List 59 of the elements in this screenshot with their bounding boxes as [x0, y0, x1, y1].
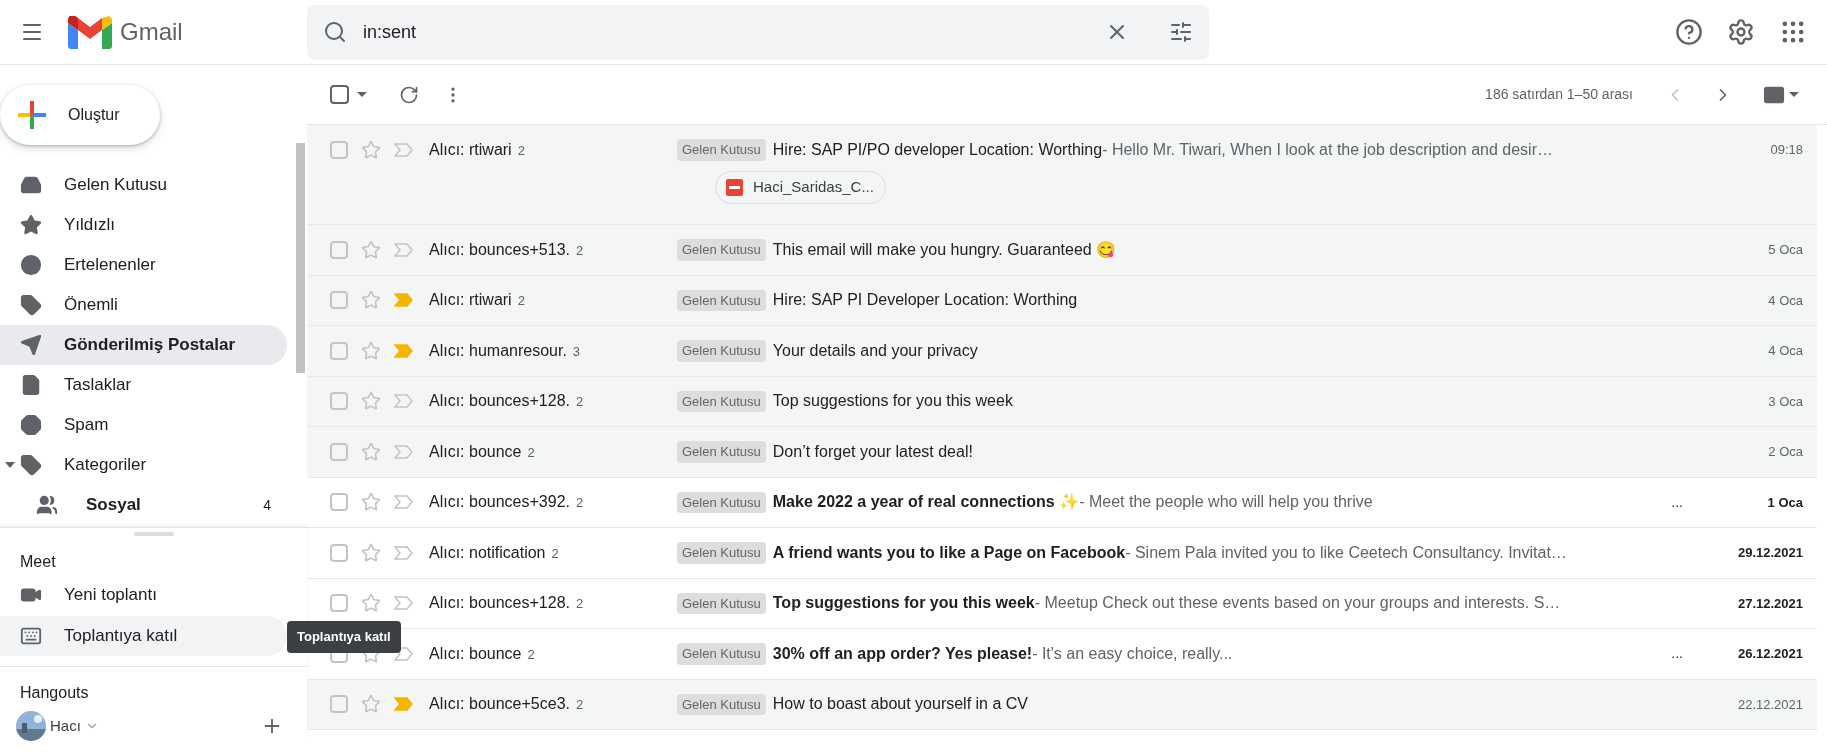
email-snippet: - Meetup Check out these events based on your groups and interests. S… — [1034, 593, 1561, 614]
thread-count: 2 — [551, 544, 559, 563]
email-subject: This email will make you hungry. Guaranteed 😋 — [772, 239, 1117, 260]
email-subject: Make 2022 a year of real connections ✨ — [772, 492, 1080, 513]
attachment-name: Haci_Saridas_C... — [753, 177, 874, 198]
sender: Alıcı: bounce+5ce3. — [429, 694, 570, 715]
section-title: Meet — [19, 552, 57, 572]
thread-count: 2 — [527, 443, 535, 462]
email-date: 27.12.2021 — [1736, 594, 1803, 613]
email-snippet: - Sinem Pala invited you to like Ceetech Consultancy. Invitat… — [1125, 542, 1567, 563]
email-subject: Hire: SAP PI Developer Location: Worthing — [772, 290, 1078, 311]
thread-count: 2 — [576, 696, 584, 715]
email-date: 3 Oca — [1767, 392, 1803, 411]
email-subject: How to boast about yourself in a CV — [772, 694, 1029, 715]
email-date: 4 Oca — [1767, 342, 1803, 360]
sender: Alıcı: rtiwari — [429, 140, 512, 160]
snippet-ellipsis: ... — [1671, 492, 1683, 512]
thread-count: 2 — [576, 494, 584, 513]
email-date: 1 Oca — [1766, 493, 1803, 512]
unread-count: 4 — [263, 495, 272, 515]
email-date: 5 Oca — [1767, 241, 1803, 259]
email-subject: Top suggestions for you this week — [772, 391, 1013, 412]
sender: Alıcı: humanresour. — [429, 340, 567, 361]
thread-count: 2 — [576, 393, 584, 412]
email-subject: Don’t forget your latest deal! — [772, 441, 973, 462]
sender: Alıcı: bounce — [429, 441, 522, 462]
sender: Alıcı: bounces+128. — [429, 593, 570, 614]
email-date: 09:18 — [1769, 141, 1803, 160]
email-snippet: - Hello Mr. Tiwari, When I look at the job description and desir… — [1102, 140, 1553, 160]
thread-count: 2 — [576, 595, 584, 614]
email-subject: Top suggestions for you this week — [772, 593, 1035, 614]
sender: Alıcı: notification — [429, 542, 546, 563]
thread-count: 2 — [527, 645, 535, 664]
thread-count: 2 — [576, 241, 584, 260]
app-name: Gmail — [120, 17, 183, 47]
thread-count: 2 — [517, 142, 525, 160]
thread-count: 2 — [517, 292, 525, 311]
tooltip: Toplantıya katıl — [287, 621, 401, 653]
email-date: 22.12.2021 — [1736, 695, 1803, 714]
email-subject: Your details and your privacy — [772, 340, 978, 361]
email-subject: A friend wants you to like a Page on Facebook — [772, 542, 1126, 563]
page-range: 186 satırdan 1–50 arası — [1485, 85, 1633, 104]
email-snippet: - It's an easy choice, really... — [1032, 643, 1233, 664]
email-subject: Hire: SAP PI/PO developer Location: Worthing — [772, 140, 1103, 160]
email-subject: 30% off an app order? Yes please! — [772, 643, 1033, 664]
sender: Alıcı: bounces+392. — [429, 492, 570, 513]
thread-count: 3 — [572, 342, 581, 361]
sender: Alıcı: bounces+128. — [429, 391, 570, 412]
email-date: 2 Oca — [1767, 443, 1803, 461]
sender: Alıcı: rtiwari — [429, 290, 512, 311]
section-title: Hangouts — [19, 683, 90, 703]
snippet-ellipsis: ... — [1671, 644, 1683, 664]
sender: Alıcı: bounces+513. — [429, 239, 570, 260]
item-label: Sosyal — [86, 494, 142, 517]
email-date: 4 Oca — [1767, 291, 1803, 310]
email-date: 26.12.2021 — [1736, 645, 1803, 663]
sender: Alıcı: bounce — [429, 643, 522, 664]
email-date: 29.12.2021 — [1736, 544, 1803, 562]
email-snippet: - Meet the people who will help you thrive — [1079, 492, 1373, 513]
